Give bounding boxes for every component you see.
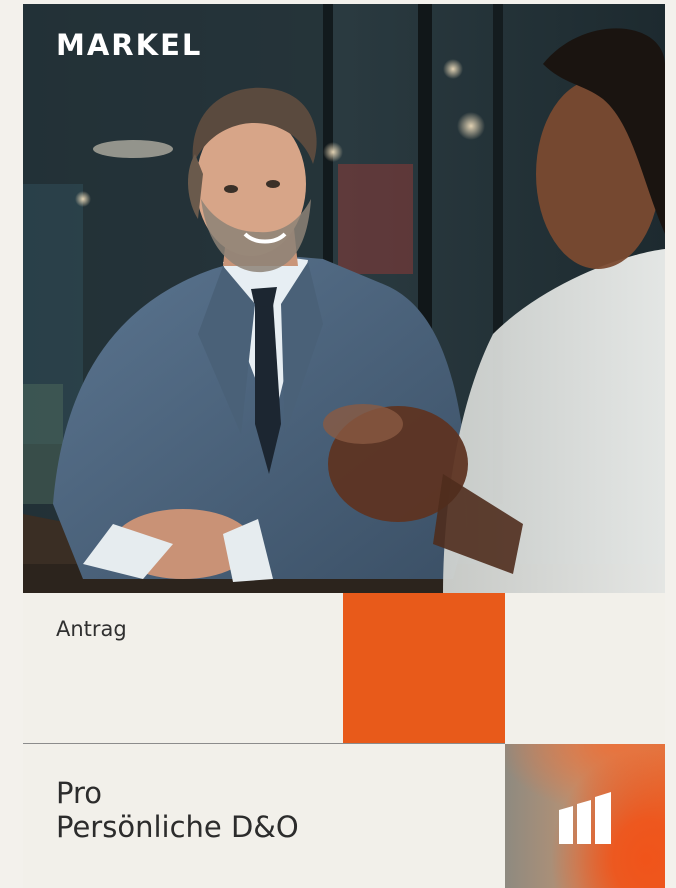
document-title-block: Pro Persönliche D&O <box>23 744 505 888</box>
brand-logo: MARKEL <box>56 28 203 62</box>
document-type-label: Antrag <box>56 617 127 641</box>
gradient-brand-block <box>505 744 665 888</box>
document-cover: MARKEL Antrag Pro Persönliche D&O <box>23 4 665 888</box>
cover-photo: MARKEL <box>23 4 665 593</box>
document-title-line2: Persönliche D&O <box>56 810 299 844</box>
markel-bars-icon <box>559 792 611 844</box>
document-title-line1: Pro <box>56 776 103 810</box>
document-type-block: Antrag <box>23 593 343 743</box>
blank-block <box>505 593 665 743</box>
document-title: Pro Persönliche D&O <box>56 776 299 844</box>
orange-accent-block <box>343 593 505 743</box>
business-meeting-illustration <box>23 4 665 593</box>
